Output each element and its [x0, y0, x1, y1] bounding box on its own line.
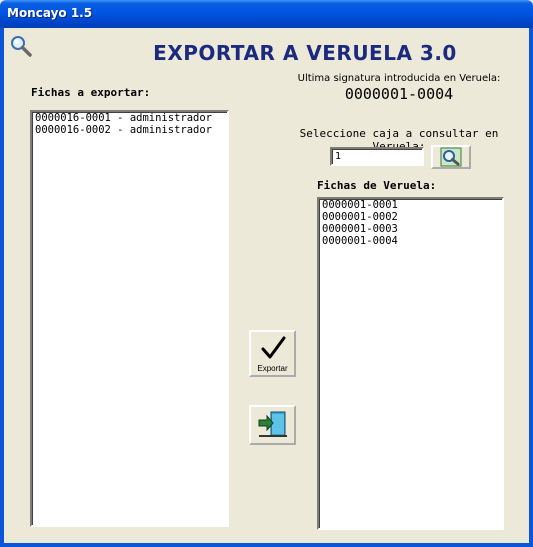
main-window: Moncayo 1.5 EXPORTAR A VERUELA 3.0 Ficha…	[0, 0, 533, 547]
export-list-label: Fichas a exportar:	[31, 86, 151, 99]
list-item[interactable]: 0000016-0001 - administrador	[32, 112, 227, 124]
export-button[interactable]: Exportar	[249, 330, 296, 377]
page-title: EXPORTAR A VERUELA 3.0	[153, 41, 457, 65]
exit-button[interactable]	[249, 405, 296, 445]
veruela-list-label: Fichas de Veruela:	[317, 179, 437, 192]
list-item[interactable]: 0000001-0001	[319, 199, 502, 211]
checkmark-icon	[261, 336, 286, 359]
list-item[interactable]: 0000001-0004	[319, 235, 502, 247]
last-signature-label: Ultima signatura introducida en Veruela:	[297, 73, 501, 84]
magnifier-icon	[440, 147, 462, 167]
search-icon[interactable]	[9, 34, 33, 58]
list-item[interactable]: 0000001-0003	[319, 223, 502, 235]
export-button-label: Exportar	[257, 364, 288, 373]
last-signature-value: 0000001-0004	[344, 85, 454, 103]
box-number-input[interactable]	[330, 147, 424, 166]
veruela-records-list[interactable]: 0000001-0001 0000001-0002 0000001-0003 0…	[317, 197, 504, 530]
box-search-button[interactable]	[431, 145, 471, 169]
list-item[interactable]: 0000016-0002 - administrador	[32, 124, 227, 136]
window-frame-left	[0, 28, 4, 547]
window-frame-bottom	[0, 543, 533, 547]
window-frame-right	[529, 28, 533, 547]
title-bar[interactable]: Moncayo 1.5	[0, 0, 533, 28]
exit-door-icon	[258, 411, 287, 437]
export-records-list[interactable]: 0000016-0001 - administrador 0000016-000…	[30, 110, 229, 527]
list-item[interactable]: 0000001-0002	[319, 211, 502, 223]
window-title: Moncayo 1.5	[7, 6, 93, 20]
